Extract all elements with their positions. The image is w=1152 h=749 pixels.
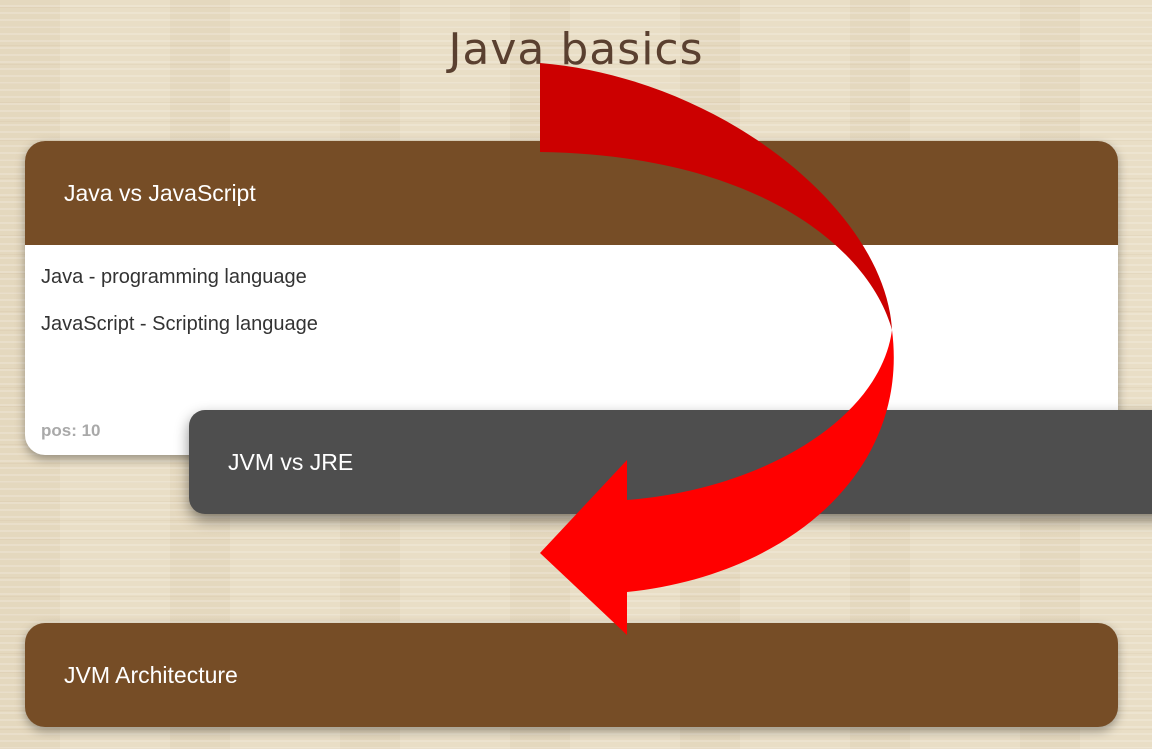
card-body: Java - programming language JavaScript -… [25,245,1118,336]
card-header[interactable]: JVM vs JRE [189,410,1152,514]
card-position-label: pos: 10 [41,421,101,440]
card-header[interactable]: JVM Architecture [25,623,1118,727]
card-line: JavaScript - Scripting language [41,313,318,335]
card-java-vs-javascript[interactable]: Java vs JavaScript Java - programming la… [25,141,1118,455]
card-jvm-vs-jre-dragging[interactable]: JVM vs JRE [189,410,1152,514]
card-line: Java - programming language [41,266,307,288]
card-header[interactable]: Java vs JavaScript [25,141,1118,245]
page-title: Java basics [448,24,704,75]
card-jvm-architecture[interactable]: JVM Architecture [25,623,1118,727]
